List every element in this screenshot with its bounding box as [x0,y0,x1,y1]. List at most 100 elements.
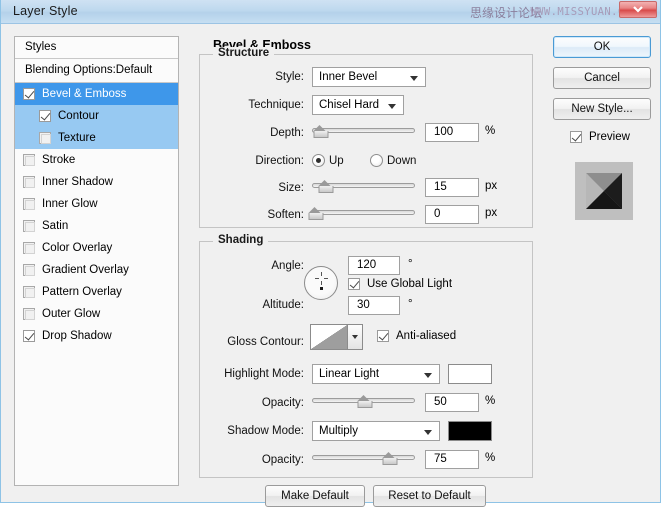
style-list-item[interactable]: Inner Shadow [15,171,178,193]
bevel-preview-graphic [586,173,622,209]
style-list-item[interactable]: Satin [15,215,178,237]
style-list-item[interactable]: Texture [15,127,178,149]
size-unit: px [485,180,498,192]
gloss-contour-label: Gloss Contour: [227,336,304,348]
soften-unit: px [485,207,498,219]
chevron-down-icon [388,104,396,109]
style-list-item[interactable]: Stroke [15,149,178,171]
blending-options-label: Blending Options:Default [25,64,153,76]
shadow-opacity-unit: % [485,452,496,464]
use-global-light-checkbox[interactable]: Use Global Light [348,278,452,290]
preview-checkbox[interactable]: Preview [570,131,630,143]
style-list-item-label: Texture [58,132,96,144]
checkbox-icon [570,131,582,143]
checkbox-icon[interactable] [39,132,51,144]
shadow-mode-dropdown[interactable]: Multiply [312,421,440,441]
style-label: Style: [275,71,304,83]
style-list-item[interactable]: Pattern Overlay [15,281,178,303]
reset-to-default-button[interactable]: Reset to Default [373,485,486,507]
depth-input[interactable]: 100 [425,123,479,142]
soften-label: Soften: [267,209,304,221]
highlight-opacity-slider-thumb[interactable] [357,395,372,408]
style-list-item[interactable]: Gradient Overlay [15,259,178,281]
highlight-opacity-slider[interactable] [312,393,415,409]
close-icon[interactable] [619,1,657,18]
soften-input[interactable]: 0 [425,205,479,224]
direction-up-radio[interactable] [312,154,325,167]
new-style-button[interactable]: New Style... [553,98,651,120]
checkbox-icon[interactable] [23,242,35,254]
style-list-item-label: Pattern Overlay [42,286,122,298]
shading-section-title: Shading [213,234,269,246]
style-list-item-label: Stroke [42,154,76,166]
effect-preview-thumbnail [575,162,633,220]
make-default-button[interactable]: Make Default [265,485,365,507]
blending-options-row[interactable]: Blending Options:Default [15,59,178,83]
checkbox-icon[interactable] [23,154,35,166]
depth-slider[interactable] [312,123,415,139]
chevron-down-icon [410,76,418,81]
checkbox-icon[interactable] [39,110,51,122]
preview-label: Preview [589,131,630,143]
checkbox-icon[interactable] [23,198,35,210]
highlight-opacity-input[interactable]: 50 [425,393,479,412]
checkbox-icon [377,330,389,342]
checkbox-icon[interactable] [23,286,35,298]
highlight-color-swatch[interactable] [448,364,492,384]
use-global-light-label: Use Global Light [367,278,453,290]
angle-input[interactable]: 120 [348,256,400,275]
technique-dropdown[interactable]: Chisel Hard [312,95,404,115]
style-list-item-label: Inner Shadow [42,176,113,188]
angle-dial[interactable] [304,266,338,300]
checkbox-icon[interactable] [23,264,35,276]
shadow-opacity-slider-track [312,455,415,460]
style-dropdown[interactable]: Inner Bevel [312,67,426,87]
checkbox-icon[interactable] [23,308,35,320]
title-bar[interactable]: Layer Style 思缘设计论坛 WWW.MISSYUAN.COM [1,0,660,24]
style-list-item[interactable]: Inner Glow [15,193,178,215]
layer-style-dialog: Layer Style 思缘设计论坛 WWW.MISSYUAN.COM Styl… [0,0,661,507]
checkbox-icon [348,278,360,290]
shadow-opacity-label: Opacity: [261,454,304,466]
style-list-item[interactable]: Outer Glow [15,303,178,325]
style-list-item-label: Inner Glow [42,198,98,210]
style-list-item[interactable]: Drop Shadow [15,325,178,347]
shadow-opacity-slider[interactable] [312,450,415,466]
gloss-contour-dropdown-button[interactable] [348,324,363,350]
structure-section-title: Structure [213,47,275,59]
shadow-color-swatch[interactable] [448,421,492,441]
style-list-item[interactable]: Bevel & Emboss [15,83,178,105]
soften-slider-thumb[interactable] [308,207,324,220]
size-slider-thumb[interactable] [318,180,334,193]
direction-down-radio[interactable] [370,154,383,167]
style-list-item[interactable]: Color Overlay [15,237,178,259]
shadow-mode-value: Multiply [319,425,358,437]
shadow-opacity-input[interactable]: 75 [425,450,479,469]
chevron-down-icon [424,430,432,435]
styles-list-panel: Styles Blending Options:Default Bevel & … [14,36,179,486]
checkbox-icon[interactable] [23,220,35,232]
ok-button[interactable]: OK [553,36,651,58]
styles-rows-container: Bevel & Emboss Contour Texture Stroke Inner … [15,83,178,347]
gloss-contour-swatch[interactable] [310,324,348,350]
cancel-button[interactable]: Cancel [553,67,651,89]
soften-slider-track [312,210,415,215]
style-list-item[interactable]: Contour [15,105,178,127]
depth-slider-thumb[interactable] [313,125,329,138]
size-slider[interactable] [312,178,415,194]
technique-dropdown-value: Chisel Hard [319,99,380,111]
shadow-opacity-slider-thumb[interactable] [382,452,398,465]
checkbox-icon[interactable] [23,176,35,188]
highlight-mode-dropdown[interactable]: Linear Light [312,364,440,384]
altitude-input[interactable]: 30 [348,296,400,315]
checkbox-icon[interactable] [23,330,35,342]
highlight-mode-label: Highlight Mode: [224,368,304,380]
highlight-opacity-unit: % [485,395,496,407]
styles-list-header: Styles [15,37,178,59]
anti-aliased-checkbox[interactable]: Anti-aliased [377,330,456,342]
checkbox-icon[interactable] [23,88,35,100]
anti-aliased-label: Anti-aliased [396,330,457,342]
gloss-contour-curve-graphic [311,325,347,349]
soften-slider[interactable] [308,205,415,221]
size-input[interactable]: 15 [425,178,479,197]
